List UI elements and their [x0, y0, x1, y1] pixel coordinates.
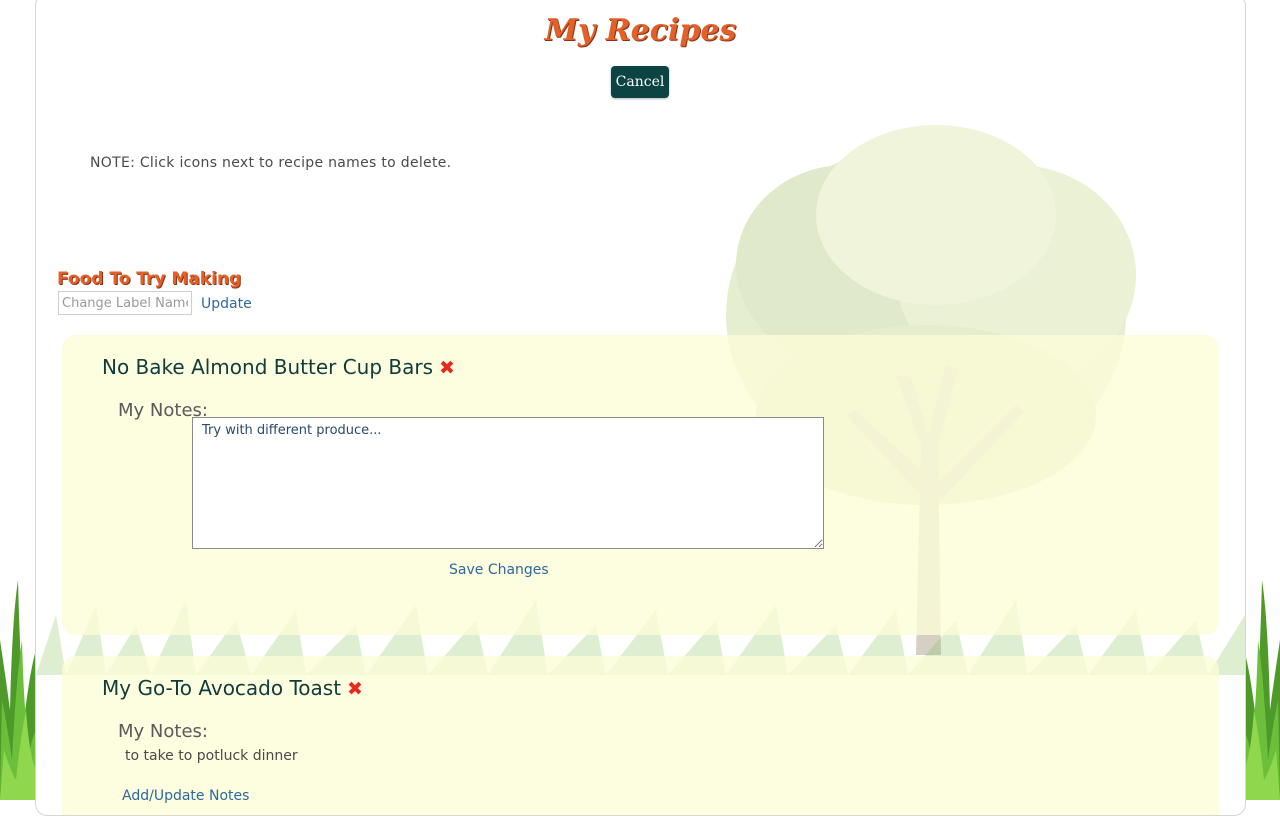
recipe-title-row: No Bake Almond Butter Cup Bars ✖ — [102, 355, 455, 379]
main-panel: My Recipes Cancel NOTE: Click icons next… — [35, 0, 1246, 816]
notes-text: to take to potluck dinner — [125, 748, 298, 764]
recipe-title-row: My Go-To Avocado Toast ✖ — [102, 676, 363, 700]
recipe-card: No Bake Almond Butter Cup Bars✖ My Notes… — [62, 335, 1219, 635]
cancel-button[interactable]: Cancel — [611, 66, 669, 98]
delete-recipe-icon[interactable]: ✖ — [347, 678, 363, 700]
notes-textarea[interactable]: Try with different produce... — [192, 417, 824, 549]
label-heading: Food To Try Making — [57, 269, 241, 289]
change-label-name-input[interactable] — [58, 291, 192, 315]
recipe-name: No Bake Almond Butter Cup Bars — [102, 355, 433, 379]
add-update-notes-link[interactable]: Add/Update Notes — [122, 788, 249, 804]
recipe-name: My Go-To Avocado Toast — [102, 676, 341, 700]
notes-label: My Notes: — [118, 721, 208, 742]
delete-recipe-icon[interactable]: ✖ — [439, 357, 455, 379]
save-changes-link[interactable]: Save Changes — [449, 562, 549, 578]
recipe-card: My Go-To Avocado Toast ✖ My Notes: to tak… — [62, 656, 1219, 816]
update-label-link[interactable]: Update — [201, 296, 252, 312]
delete-instructions-note: NOTE: Click icons next to recipe names t… — [90, 155, 451, 171]
page-title: My Recipes — [36, 13, 1245, 48]
